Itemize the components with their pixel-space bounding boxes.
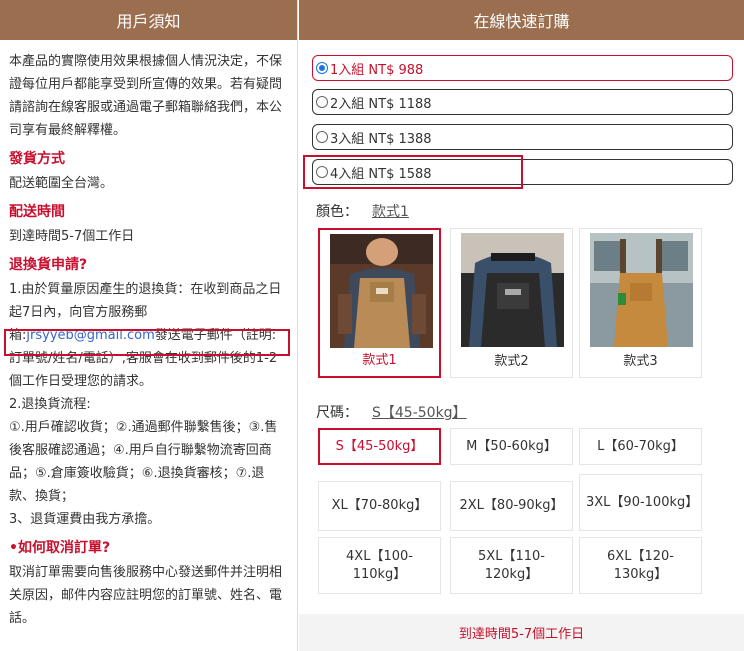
color-swatch-1[interactable]: 款式1	[318, 228, 441, 378]
radio-icon[interactable]	[316, 166, 328, 178]
package-option-label: 3入組 NT$ 1388	[330, 131, 432, 147]
radio-icon[interactable]	[316, 62, 328, 74]
size-option-3xl[interactable]: 3XL【90-100kg】	[579, 474, 702, 531]
shipping-title: 發貨方式	[9, 151, 65, 167]
support-email-link[interactable]: jrsyyeb@gmail.com	[26, 328, 154, 343]
size-label: 尺碼：	[316, 405, 358, 421]
color-selected-value: 款式1	[372, 204, 409, 220]
size-option-5xl[interactable]: 5XL【110-120kg】	[450, 537, 573, 594]
color-row: 顏色： 款式1	[316, 201, 409, 221]
package-option-2[interactable]: 2入組 NT$ 1188	[312, 89, 733, 115]
return-steps: ①.用戶確認收貨；②.通過郵件聯繫售後；③.售後客服確認通過；④.用戶自行聯繫物…	[9, 420, 278, 504]
user-notice-panel: 用戶須知 本產品的實際使用效果根據個人情況決定，不保證每位用戶都能享受到所宣傳的…	[0, 0, 298, 651]
size-option-6xl[interactable]: 6XL【120-130kg】	[579, 537, 702, 594]
return-policy-2: 2.退換貨流程:	[9, 397, 91, 412]
user-notice-header: 用戶須知	[0, 0, 297, 40]
size-option-l[interactable]: L【60-70kg】	[579, 428, 702, 465]
intro-text: 本產品的實際使用效果根據個人情況決定，不保證每位用戶都能享受到所宣傳的效果。若有…	[9, 54, 283, 138]
size-option-xl[interactable]: XL【70-80kg】	[318, 481, 441, 531]
package-option-3[interactable]: 3入組 NT$ 1388	[312, 124, 733, 150]
return-policy-3: 3、退貨運費由我方承擔。	[9, 512, 161, 527]
shipping-text: 配送範圍全台灣。	[9, 176, 114, 191]
package-option-label: 1入組 NT$ 988	[330, 62, 424, 78]
size-option-m[interactable]: M【50-60kg】	[450, 428, 573, 465]
product-image-1	[330, 234, 433, 348]
return-p1-d: 訂單號/姓名/電話）,客服會在收到郵件後的1-2個工作日受理您的請求。	[9, 351, 278, 389]
quick-order-panel: 在線快速訂購 1入組 NT$ 988 2入組 NT$ 1188 3入組 NT$ …	[299, 0, 744, 651]
product-image-2	[461, 233, 564, 347]
delivery-title: 配送時間	[9, 204, 65, 220]
cancel-title: •如何取消訂單?	[9, 540, 111, 556]
package-option-1[interactable]: 1入組 NT$ 988	[312, 55, 733, 81]
user-notice-body: 本產品的實際使用效果根據個人情況決定，不保證每位用戶都能享受到所宣傳的效果。若有…	[0, 40, 297, 630]
size-option-2xl[interactable]: 2XL【80-90kg】	[450, 481, 573, 531]
color-label: 顏色：	[316, 204, 358, 220]
return-title: 退換貨申請?	[9, 257, 88, 273]
color-swatch-label: 款式2	[494, 354, 529, 369]
radio-icon[interactable]	[316, 131, 328, 143]
delivery-text: 到達時間5-7個工作日	[9, 229, 135, 244]
package-option-4[interactable]: 4入組 NT$ 1588	[312, 159, 733, 185]
delivery-time-footer: 到達時間5-7個工作日	[299, 614, 744, 651]
cancel-text: 取消訂單需要向售後服務中心發送郵件并注明相关原因，邮件内容应註明您的訂單號、姓名…	[9, 565, 283, 626]
return-p1-b: 箱:	[9, 328, 27, 343]
size-selected-value: S【45-50kg】	[372, 405, 467, 421]
size-option-s[interactable]: S【45-50kg】	[318, 428, 441, 465]
quick-order-header: 在線快速訂購	[299, 0, 744, 40]
product-image-3	[590, 233, 693, 347]
radio-icon[interactable]	[316, 96, 328, 108]
return-policy-1: 1.由於質量原因產生的退換貨：在收到商品之日起7日內，向官方服務郵箱:jrsyy…	[9, 278, 288, 393]
return-p1-a: 1.由於質量原因產生的退換貨：在收到商品之日起7日內，向官方服務郵	[9, 282, 282, 320]
package-option-label: 4入組 NT$ 1588	[330, 166, 432, 182]
size-row: 尺碼： S【45-50kg】	[316, 402, 467, 422]
size-option-4xl[interactable]: 4XL【100-110kg】	[318, 537, 441, 594]
color-swatch-label: 款式1	[362, 353, 397, 368]
return-p1-c: 發送電子郵件（註明:	[154, 328, 277, 343]
color-swatch-3[interactable]: 款式3	[579, 228, 702, 378]
color-swatch-2[interactable]: 款式2	[450, 228, 573, 378]
color-swatch-label: 款式3	[623, 354, 658, 369]
package-option-label: 2入組 NT$ 1188	[330, 96, 432, 112]
